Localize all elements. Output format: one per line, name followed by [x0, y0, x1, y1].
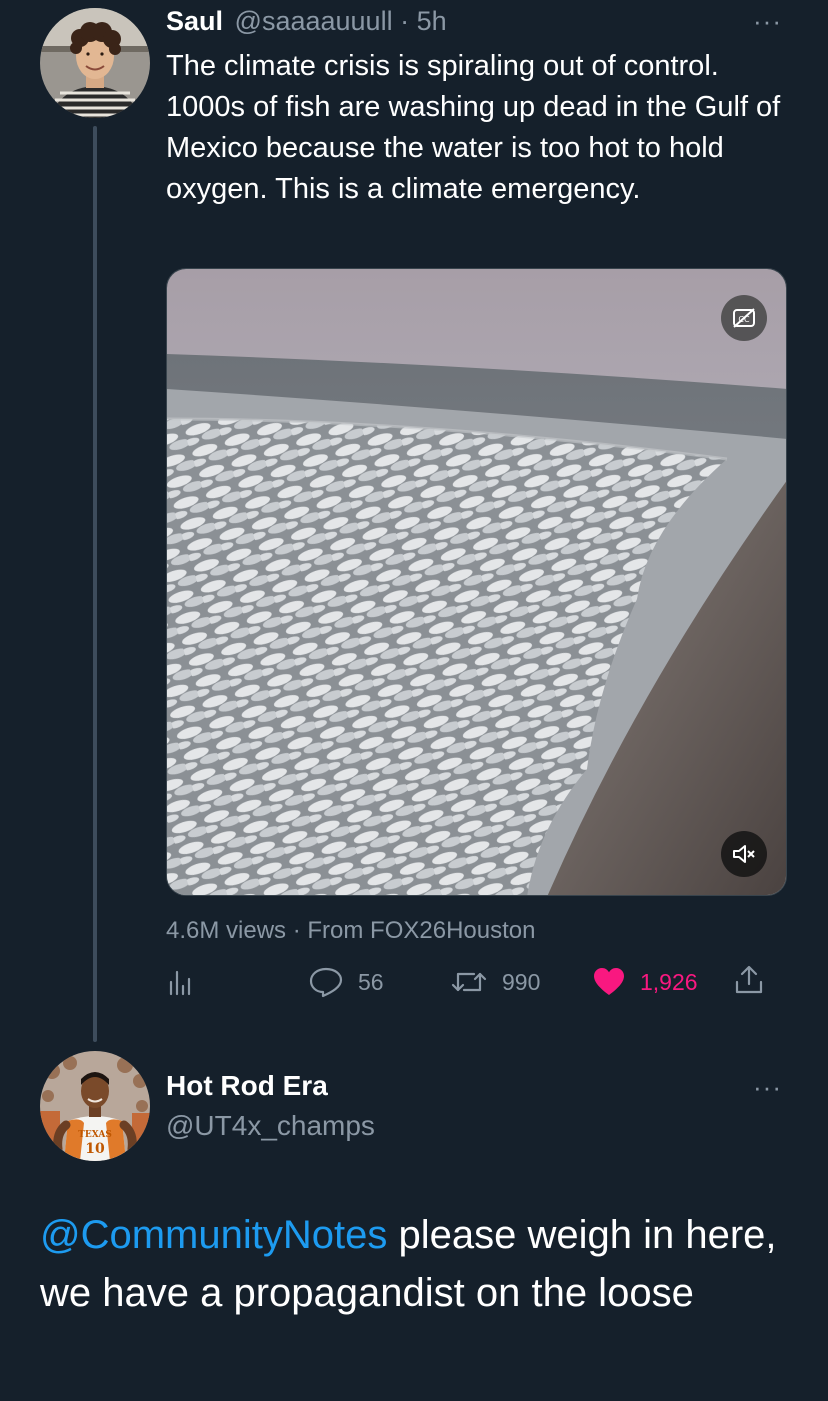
- thread-connector-line: [93, 126, 97, 1042]
- reply-author-avatar[interactable]: TEXAS 10: [40, 1051, 150, 1161]
- analytics-button[interactable]: [166, 968, 194, 996]
- analytics-icon: [169, 970, 191, 996]
- captions-button[interactable]: CC: [721, 295, 767, 341]
- reply-icon: [309, 967, 343, 998]
- reply-author-handle[interactable]: @UT4x_champs: [166, 1108, 375, 1144]
- header-separator: ·: [400, 6, 410, 36]
- video-frame: [167, 269, 786, 895]
- avatar-photo: [40, 8, 150, 118]
- reply-count: 56: [358, 968, 384, 995]
- tweet-text: The climate crisis is spiraling out of c…: [166, 50, 781, 205]
- retweet-icon: [451, 972, 487, 992]
- tweet-time[interactable]: 5h: [417, 6, 447, 36]
- avatar-photo: TEXAS 10: [40, 1051, 150, 1161]
- reply-more-button[interactable]: ···: [753, 1074, 782, 1100]
- tweet-header: Saul @saaaauuull · 5h: [166, 4, 447, 38]
- reply-text: @CommunityNotes please weigh in here, we…: [40, 1206, 800, 1322]
- community-notes-mention[interactable]: @CommunityNotes: [40, 1213, 387, 1257]
- tweet-more-button[interactable]: ···: [753, 8, 782, 34]
- avatar-jersey-text: TEXAS: [78, 1130, 112, 1140]
- captions-off-icon: CC: [733, 308, 755, 328]
- share-button[interactable]: [734, 964, 764, 996]
- author-handle[interactable]: @saaaauuull: [235, 6, 393, 36]
- video-source[interactable]: From FOX26Houston: [307, 917, 535, 944]
- mute-icon: [733, 845, 755, 863]
- share-icon: [735, 965, 763, 994]
- like-button[interactable]: 1,926: [592, 966, 698, 998]
- more-icon: ···: [753, 6, 782, 36]
- author-avatar[interactable]: [40, 8, 150, 118]
- author-name[interactable]: Saul: [166, 6, 223, 36]
- meta-separator: ·: [292, 917, 301, 944]
- heart-filled-icon: [594, 968, 624, 995]
- retweet-count: 990: [502, 968, 541, 995]
- more-icon: ···: [753, 1072, 782, 1102]
- reply-author-name[interactable]: Hot Rod Era: [166, 1068, 328, 1104]
- like-count: 1,926: [640, 968, 698, 995]
- tweet-video[interactable]: CC: [166, 268, 787, 896]
- reply-button[interactable]: 56: [308, 966, 384, 998]
- avatar-jersey-number: 10: [85, 1141, 105, 1157]
- view-count: 4.6M views: [166, 917, 287, 944]
- mute-button[interactable]: [721, 831, 767, 877]
- tweet-meta: 4.6M views · From FOX26Houston: [166, 915, 535, 947]
- retweet-button[interactable]: 990: [450, 966, 540, 998]
